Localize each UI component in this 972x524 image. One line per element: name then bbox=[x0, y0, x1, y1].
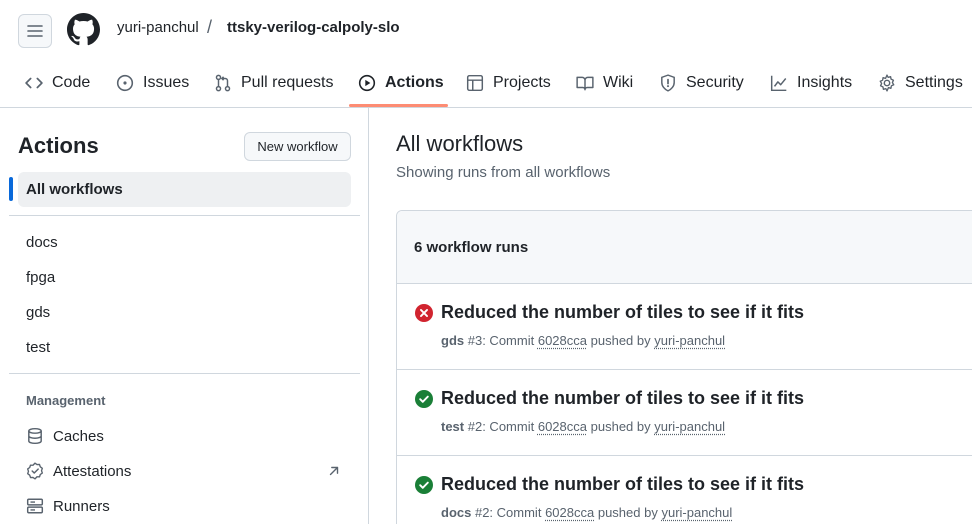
page-subtitle: Showing runs from all workflows bbox=[396, 164, 611, 181]
gear-icon bbox=[879, 73, 895, 92]
runners-label: Runners bbox=[53, 497, 110, 515]
breadcrumb-repo[interactable]: ttsky-verilog-calpoly-slo bbox=[227, 19, 400, 36]
run-workflow-name: test bbox=[441, 419, 465, 434]
selected-marker bbox=[9, 177, 13, 201]
run-workflow-name: docs bbox=[441, 505, 472, 520]
sidebar-item-caches[interactable]: Caches bbox=[26, 425, 104, 447]
caches-label: Caches bbox=[53, 427, 104, 445]
sidebar-item-runners[interactable]: Runners bbox=[26, 495, 110, 517]
external-link-icon bbox=[329, 466, 339, 476]
sidebar-item-gds[interactable]: gds bbox=[26, 304, 50, 321]
management-heading: Management bbox=[26, 393, 106, 408]
runs-header: 6 workflow runs bbox=[397, 211, 972, 284]
tab-pull-requests[interactable]: Pull requests bbox=[214, 60, 334, 105]
sidebar-item-fpga[interactable]: fpga bbox=[26, 269, 55, 286]
menu-button[interactable] bbox=[18, 14, 52, 48]
play-icon bbox=[358, 74, 376, 91]
table-icon bbox=[466, 74, 484, 91]
tab-code[interactable]: Code bbox=[25, 60, 90, 105]
verified-badge-icon bbox=[27, 462, 43, 480]
run-number: #2: Commit bbox=[467, 419, 535, 434]
sidebar-divider bbox=[9, 215, 360, 216]
graph-icon bbox=[770, 75, 787, 91]
issue-icon bbox=[116, 74, 134, 91]
tab-actions-label: Actions bbox=[385, 73, 444, 91]
tab-insights[interactable]: Insights bbox=[770, 60, 852, 105]
tab-actions[interactable]: Actions bbox=[358, 60, 444, 105]
sidebar-item-all-workflows[interactable]: All workflows bbox=[18, 172, 351, 207]
run-meta: docs #2: Commit 6028cca pushed by yuri-p… bbox=[441, 505, 732, 520]
failure-x-icon bbox=[415, 304, 433, 322]
active-tab-underline bbox=[349, 104, 448, 107]
tab-insights-label: Insights bbox=[797, 73, 853, 91]
new-workflow-button[interactable]: New workflow bbox=[244, 132, 351, 161]
tab-security-label: Security bbox=[686, 73, 744, 91]
sidebar-divider bbox=[9, 373, 360, 374]
tab-settings[interactable]: Settings bbox=[878, 60, 963, 105]
run-title[interactable]: Reduced the number of tiles to see if it… bbox=[441, 302, 804, 323]
page-title: All workflows bbox=[396, 131, 524, 156]
run-meta: gds #3: Commit 6028cca pushed by yuri-pa… bbox=[441, 333, 725, 348]
shield-icon bbox=[661, 73, 675, 92]
tab-wiki[interactable]: Wiki bbox=[576, 60, 633, 105]
book-icon bbox=[576, 76, 594, 90]
hamburger-icon bbox=[27, 25, 43, 37]
tab-wiki-label: Wiki bbox=[603, 73, 634, 91]
tab-issues[interactable]: Issues bbox=[116, 60, 189, 105]
pushed-by-text: pushed by bbox=[597, 505, 658, 520]
tab-projects-label: Projects bbox=[493, 73, 551, 91]
server-icon bbox=[26, 498, 44, 514]
database-icon bbox=[28, 427, 42, 445]
success-check-icon bbox=[415, 390, 433, 408]
runs-count: 6 workflow runs bbox=[414, 239, 529, 256]
repo-nav: Code Issues Pull requests Actions Projec… bbox=[0, 60, 972, 108]
commit-link[interactable]: 6028cca bbox=[538, 419, 587, 434]
code-icon bbox=[25, 77, 43, 88]
sidebar-item-docs[interactable]: docs bbox=[26, 234, 58, 251]
sidebar-item-test[interactable]: test bbox=[26, 339, 50, 356]
workflow-run-row[interactable]: Reduced the number of tiles to see if it… bbox=[397, 284, 972, 370]
run-title[interactable]: Reduced the number of tiles to see if it… bbox=[441, 388, 804, 409]
tab-code-label: Code bbox=[52, 73, 91, 91]
tab-settings-label: Settings bbox=[905, 73, 963, 91]
pushed-by-text: pushed by bbox=[590, 333, 651, 348]
tab-projects[interactable]: Projects bbox=[466, 60, 551, 105]
commit-link[interactable]: 6028cca bbox=[538, 333, 587, 348]
run-number: #2: Commit bbox=[474, 505, 542, 520]
success-check-icon bbox=[415, 476, 433, 494]
pull-request-icon bbox=[215, 74, 231, 91]
top-bar: yuri-panchul / ttsky-verilog-calpoly-slo bbox=[0, 0, 972, 60]
github-logo-icon[interactable] bbox=[67, 13, 100, 46]
actions-sidebar: Actions New workflow All workflows docs … bbox=[0, 108, 369, 524]
workflow-run-row[interactable]: Reduced the number of tiles to see if it… bbox=[397, 456, 972, 524]
pushed-by-text: pushed by bbox=[590, 419, 651, 434]
user-link[interactable]: yuri-panchul bbox=[661, 505, 732, 520]
sidebar-title: Actions bbox=[18, 133, 99, 158]
attestations-label: Attestations bbox=[53, 462, 132, 480]
tab-issues-label: Issues bbox=[143, 73, 190, 91]
user-link[interactable]: yuri-panchul bbox=[654, 333, 725, 348]
workflow-runs-list: 6 workflow runs Reduced the number of ti… bbox=[396, 210, 972, 524]
run-workflow-name: gds bbox=[441, 333, 465, 348]
sidebar-item-attestations[interactable]: Attestations bbox=[26, 460, 131, 482]
breadcrumb-owner[interactable]: yuri-panchul bbox=[117, 19, 199, 36]
run-number: #3: Commit bbox=[467, 333, 535, 348]
breadcrumb-separator: / bbox=[207, 17, 213, 37]
tab-security[interactable]: Security bbox=[659, 60, 744, 105]
workflow-run-row[interactable]: Reduced the number of tiles to see if it… bbox=[397, 370, 972, 456]
commit-link[interactable]: 6028cca bbox=[545, 505, 594, 520]
run-meta: test #2: Commit 6028cca pushed by yuri-p… bbox=[441, 419, 725, 434]
user-link[interactable]: yuri-panchul bbox=[654, 419, 725, 434]
tab-pull-requests-label: Pull requests bbox=[241, 73, 334, 91]
run-title[interactable]: Reduced the number of tiles to see if it… bbox=[441, 474, 804, 495]
